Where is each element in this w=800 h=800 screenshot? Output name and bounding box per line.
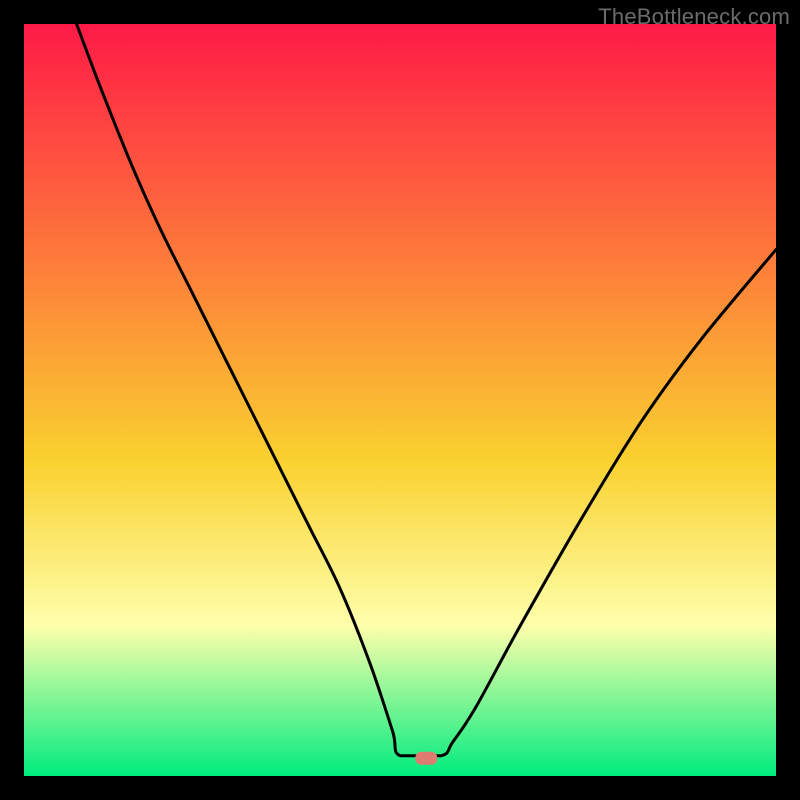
minimum-marker	[415, 752, 437, 765]
plot-svg	[0, 0, 800, 800]
chart-canvas: TheBottleneck.com	[0, 0, 800, 800]
gradient-background	[24, 24, 776, 776]
attribution-text: TheBottleneck.com	[598, 4, 790, 30]
